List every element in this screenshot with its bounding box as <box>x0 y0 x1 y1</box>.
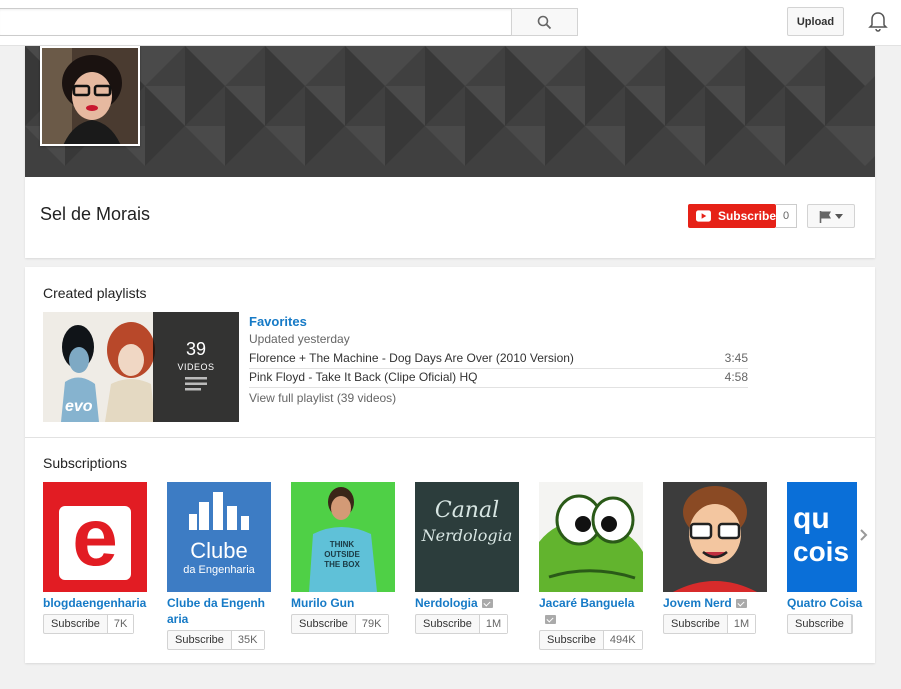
thumb-shirt-text: THINK OUTSIDE THE BOX <box>324 540 360 569</box>
video-title: Florence + The Machine - Dog Days Are Ov… <box>249 351 574 365</box>
playlist-video-count: 39 <box>185 339 207 359</box>
channel-thumbnail[interactable]: THINK OUTSIDE THE BOX <box>291 482 395 592</box>
search-icon <box>537 15 552 29</box>
subscribe-button[interactable]: Subscribe <box>688 204 776 228</box>
channel-header: Sel de Morais Subscribe 0 <box>25 46 875 258</box>
subscribe-button[interactable]: Subscribe 79K <box>291 614 389 634</box>
subscribe-button[interactable]: Subscribe 494K <box>539 630 643 650</box>
subscriber-count: 79K <box>355 615 388 633</box>
view-full-playlist-link[interactable]: View full playlist (39 videos) <box>249 391 396 405</box>
video-duration: 3:45 <box>724 351 748 365</box>
subscription-item: Clube da Engenharia Clube da Engenharia … <box>167 482 271 650</box>
subscriptions-heading: Subscriptions <box>43 455 128 471</box>
playlist-icon <box>185 377 207 391</box>
notifications-bell-icon[interactable] <box>866 10 890 34</box>
masthead: Upload <box>0 0 901 46</box>
subscribe-label: Subscribe <box>540 631 604 649</box>
channel-name-link[interactable]: Jovem Nerd <box>663 595 767 611</box>
subscribe-label: Subscribe <box>788 615 852 633</box>
upload-button[interactable]: Upload <box>787 7 844 36</box>
channel-banner <box>25 46 875 177</box>
youtube-play-icon <box>696 210 711 222</box>
channel-thumbnail[interactable]: Canal Nerdologia <box>415 482 519 592</box>
playlist-count-overlay: 39 VIDEOS <box>153 312 239 422</box>
subscription-item: THINK OUTSIDE THE BOX Murilo Gun Subscri… <box>291 482 395 634</box>
subscription-item: Jovem Nerd Subscribe 1M <box>663 482 767 634</box>
channel-name-link[interactable]: Jacaré Banguela <box>539 595 643 627</box>
subscription-item: Canal Nerdologia Nerdologia Subscribe 1M <box>415 482 519 634</box>
subscribe-label: Subscribe <box>292 615 356 633</box>
verified-icon <box>735 599 747 609</box>
flag-icon <box>819 210 831 223</box>
thumb-brand: Canal <box>434 498 500 523</box>
video-title: Pink Floyd - Take It Back (Clipe Oficial… <box>249 370 478 384</box>
subscribe-label: Subscribe <box>44 615 108 633</box>
subscribe-label: Subscribe <box>416 615 480 633</box>
subscription-item: e blogdaengenharia Subscribe 7K <box>43 482 147 634</box>
subscriber-count: 1M <box>479 615 508 633</box>
search-button[interactable] <box>511 8 578 36</box>
subscriber-count: 35K <box>231 631 264 649</box>
channel-thumbnail[interactable]: Clube da Engenharia <box>167 482 271 592</box>
subscribe-button[interactable]: Subscribe 7K <box>43 614 135 634</box>
evo-logo: evo <box>65 398 93 415</box>
channel-content: Created playlists evo 39 VIDEOS Favorite… <box>25 267 875 663</box>
verified-icon <box>545 615 556 625</box>
channel-thumbnail[interactable] <box>663 482 767 592</box>
section-divider <box>25 437 875 438</box>
channel-name-link[interactable]: Nerdologia <box>415 595 519 611</box>
video-duration: 4:58 <box>724 370 748 384</box>
thumb-brand-sub: da Engenharia <box>183 564 255 576</box>
channel-name-link[interactable]: Clube da Engenharia <box>167 595 271 627</box>
thumb-brand-sub: cois <box>793 536 850 567</box>
playlist-thumbnail[interactable]: evo 39 VIDEOS <box>43 312 239 422</box>
channel-avatar[interactable] <box>40 46 140 146</box>
channel-thumbnail[interactable]: qu cois <box>787 482 857 592</box>
subscriber-count: 494K <box>603 631 642 649</box>
search-input[interactable] <box>0 8 512 36</box>
next-arrow-icon[interactable] <box>860 529 872 541</box>
subscriber-count: 1M <box>727 615 756 633</box>
subscribe-label: Subscribe <box>168 631 232 649</box>
thumb-brand: Clube <box>190 538 248 563</box>
subscribe-button[interactable]: Subscribe <box>787 614 853 634</box>
channel-name-link[interactable]: Quatro Coisas <box>787 595 863 611</box>
subscriber-count: 7K <box>107 615 134 633</box>
channel-title: Sel de Morais <box>40 204 151 224</box>
channel-thumbnail[interactable]: e <box>43 482 147 592</box>
subscriptions-list: e blogdaengenharia Subscribe 7K Clube da… <box>43 482 863 652</box>
thumb-brand: qu <box>793 502 830 535</box>
playlist-updated: Updated yesterday <box>249 332 350 346</box>
playlist-video-row[interactable]: Pink Floyd - Take It Back (Clipe Oficial… <box>249 370 748 388</box>
report-flag-button[interactable] <box>807 204 855 228</box>
subscribe-button[interactable]: Subscribe 1M <box>663 614 757 634</box>
subscription-item: qu cois Quatro Coisas Subscribe <box>787 482 863 634</box>
playlist-video-row[interactable]: Florence + The Machine - Dog Days Are Ov… <box>249 351 748 369</box>
channel-name-link[interactable]: blogdaengenharia <box>43 595 147 611</box>
playlist-videos-label: VIDEOS <box>177 362 215 372</box>
channel-thumbnail[interactable] <box>539 482 643 592</box>
playlists-heading: Created playlists <box>43 285 147 301</box>
subscription-item: Jacaré Banguela Subscribe 494K <box>539 482 643 650</box>
subscribe-label: Subscribe <box>664 615 728 633</box>
playlist-title-link[interactable]: Favorites <box>249 314 307 329</box>
verified-icon <box>481 599 493 609</box>
thumb-letter: e <box>72 492 118 583</box>
caret-down-icon <box>835 213 843 219</box>
thumb-brand-sub: Nerdologia <box>421 526 513 545</box>
subscribe-label: Subscribe <box>717 209 776 223</box>
channel-name-link[interactable]: Murilo Gun <box>291 595 395 611</box>
subscriber-count: 0 <box>776 204 797 228</box>
subscribe-button[interactable]: Subscribe 1M <box>415 614 509 634</box>
subscribe-button[interactable]: Subscribe 35K <box>167 630 265 650</box>
